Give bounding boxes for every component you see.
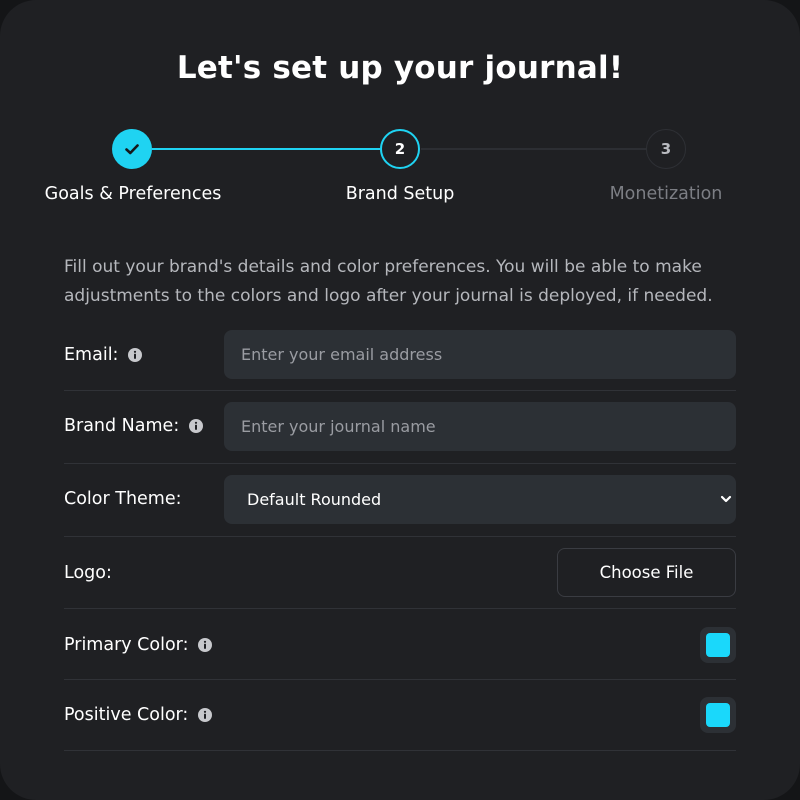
- step-3-label: Monetization: [609, 184, 723, 204]
- brand-name-label-group: Brand Name:: [64, 414, 204, 438]
- positive-color-label: Positive Color:: [64, 705, 189, 725]
- brand-name-input[interactable]: [224, 402, 736, 451]
- positive-color-label-group: Positive Color:: [64, 703, 213, 727]
- primary-color-row: Primary Color:: [64, 622, 736, 680]
- primary-color-picker[interactable]: [700, 627, 736, 663]
- positive-color-picker[interactable]: [700, 697, 736, 733]
- brand-name-label: Brand Name:: [64, 416, 180, 436]
- info-icon[interactable]: [128, 348, 143, 362]
- primary-color-swatch: [706, 633, 730, 657]
- choose-file-button[interactable]: Choose File: [557, 548, 736, 597]
- email-label-group: Email:: [64, 343, 143, 367]
- logo-label: Logo:: [64, 563, 112, 583]
- color-theme-row: Color Theme: Default Rounded: [64, 475, 736, 537]
- step-1-indicator[interactable]: [112, 129, 152, 169]
- info-icon[interactable]: [198, 638, 213, 652]
- brand-name-row: Brand Name:: [64, 402, 736, 464]
- chevron-down-icon: [720, 495, 732, 503]
- page-title: Let's set up your journal!: [176, 50, 624, 86]
- info-icon[interactable]: [189, 419, 204, 433]
- stepper-track-pending: [421, 148, 647, 150]
- primary-color-label-group: Primary Color:: [64, 633, 213, 657]
- step-3-indicator: 3: [646, 129, 686, 169]
- positive-color-swatch: [706, 703, 730, 727]
- info-icon[interactable]: [198, 708, 213, 722]
- color-theme-selected-value: Default Rounded: [247, 490, 382, 509]
- primary-color-label: Primary Color:: [64, 635, 189, 655]
- step-1-label[interactable]: Goals & Preferences: [32, 184, 234, 204]
- step-2-indicator[interactable]: 2: [380, 129, 420, 169]
- color-theme-label: Color Theme:: [64, 489, 182, 509]
- checkmark-icon: [125, 144, 139, 155]
- stepper-track-complete: [152, 148, 380, 150]
- email-input[interactable]: [224, 330, 736, 379]
- logo-row: Logo: Choose File: [64, 548, 736, 609]
- email-row: Email:: [64, 330, 736, 391]
- setup-card: Let's set up your journal! 2 3 Goals & P…: [0, 0, 800, 800]
- intro-text: Fill out your brand's details and color …: [64, 257, 713, 306]
- email-label: Email:: [64, 345, 119, 365]
- step-2-label: Brand Setup: [345, 184, 455, 204]
- color-theme-select[interactable]: Default Rounded: [224, 475, 736, 524]
- positive-color-row: Positive Color:: [64, 693, 736, 751]
